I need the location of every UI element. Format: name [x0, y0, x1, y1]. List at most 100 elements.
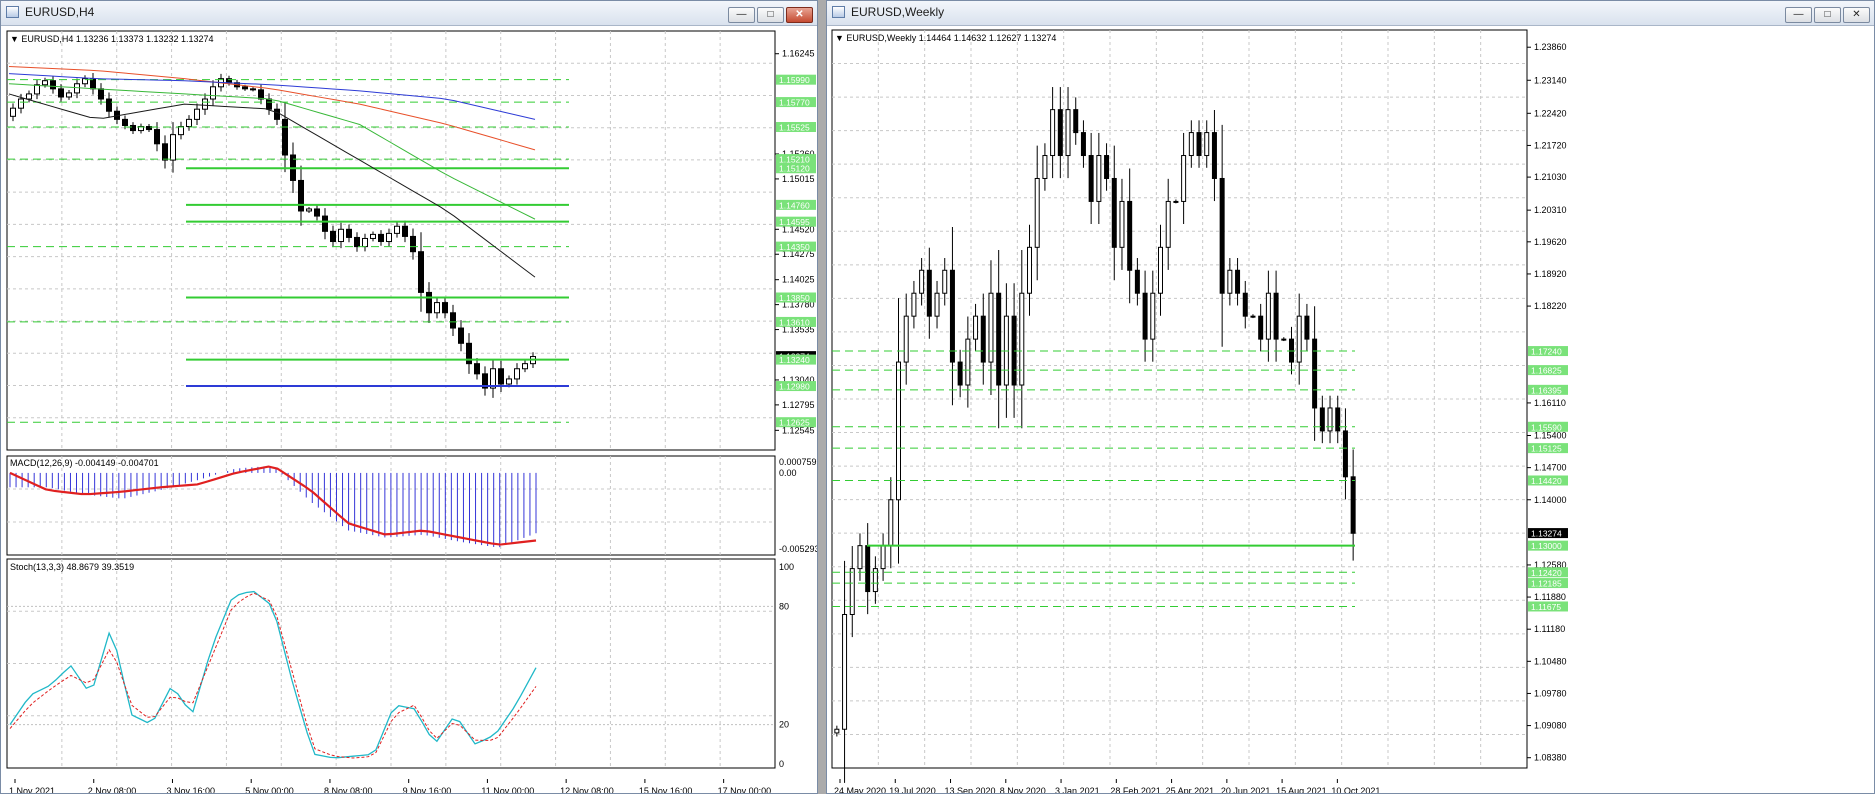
bear-candle — [442, 302, 448, 314]
bull-candle — [362, 237, 368, 248]
price-tick-label: 1.09780 — [1534, 688, 1567, 698]
bear-candle — [1342, 430, 1348, 478]
bear-candle — [1235, 269, 1241, 294]
bear-candle — [498, 368, 504, 385]
maximize-button[interactable]: □ — [1814, 7, 1841, 23]
time-tick-label: 10 Oct 2021 — [1331, 786, 1380, 794]
level-badge-label: 1.16395 — [1531, 385, 1562, 395]
bear-candle — [298, 179, 304, 212]
bull-candle — [965, 338, 971, 386]
bull-candle — [1227, 269, 1233, 294]
bear-candle — [1080, 132, 1086, 157]
level-badge-label: 1.11675 — [1531, 602, 1561, 612]
price-tick-label: 1.20310 — [1534, 205, 1567, 215]
bear-candle — [1319, 407, 1325, 432]
bull-candle — [1188, 132, 1194, 157]
bear-candle — [402, 225, 408, 237]
weekly-window-titlebar[interactable]: EURUSD,Weekly — □ ✕ — [827, 1, 1874, 26]
level-badge-label: 1.15590 — [1531, 422, 1562, 432]
time-tick-label: 8 Nov 2020 — [1000, 786, 1046, 794]
bull-candle — [1065, 109, 1071, 157]
bull-candle — [911, 292, 917, 317]
bull-candle — [903, 315, 909, 363]
bull-candle — [857, 545, 863, 570]
bull-candle — [10, 107, 16, 117]
level-badge-label: 1.15525 — [779, 123, 810, 133]
minimize-button[interactable]: — — [1785, 7, 1812, 23]
weekly-chart-window[interactable]: EURUSD,Weekly — □ ✕ ▼ EURUSD,Weekly 1.1446… — [826, 0, 1875, 794]
bull-candle — [942, 269, 948, 294]
bull-candle — [18, 98, 24, 109]
bear-candle — [1111, 177, 1117, 248]
bull-candle — [934, 292, 940, 317]
bull-candle — [919, 269, 925, 294]
minimize-button[interactable]: — — [728, 7, 755, 23]
time-tick-label: 3 Jan 2021 — [1055, 786, 1100, 794]
bull-candle — [973, 315, 979, 340]
bull-candle — [1265, 292, 1271, 340]
bull-candle — [26, 93, 32, 100]
level-badge-label: 1.14595 — [779, 217, 810, 227]
bull-candle — [42, 80, 48, 86]
bull-candle — [434, 302, 440, 314]
bull-candle — [1042, 155, 1048, 179]
bear-candle — [1073, 109, 1079, 134]
level-badge-label: 1.17240 — [1531, 347, 1562, 357]
bull-candle — [1096, 155, 1102, 202]
bear-candle — [98, 88, 104, 100]
bear-candle — [1242, 292, 1248, 317]
time-tick-label: 25 Apr 2021 — [1166, 786, 1215, 794]
price-tick-label: 1.23860 — [1534, 42, 1567, 52]
price-tick-label: 1.21030 — [1534, 172, 1567, 182]
time-tick-label: 3 Nov 16:00 — [166, 786, 215, 794]
bear-candle — [346, 228, 352, 238]
time-tick-label: 19 Jul 2020 — [889, 786, 936, 794]
time-tick-label: 12 Nov 08:00 — [560, 786, 614, 794]
level-badge-label: 1.13610 — [779, 317, 810, 327]
stoch-scale-label: 100 — [779, 562, 794, 572]
price-tick-label: 1.16245 — [782, 49, 815, 59]
bear-candle — [330, 230, 336, 243]
bull-candle — [1327, 407, 1333, 432]
bull-candle — [1250, 315, 1256, 318]
chart-window-icon — [6, 6, 19, 18]
price-tick-label: 1.09080 — [1534, 721, 1567, 731]
macd-header: MACD(12,26,9) -0.004149 -0.004701 — [10, 458, 159, 468]
level-badge-label: 1.12185 — [1531, 579, 1562, 589]
maximize-button[interactable]: □ — [757, 7, 784, 23]
bear-candle — [418, 251, 424, 293]
macd-scale-label: 0.000759 — [779, 457, 817, 467]
bear-candle — [957, 361, 963, 386]
bear-candle — [1258, 315, 1264, 340]
price-tick-label: 1.11880 — [1534, 592, 1566, 602]
bear-candle — [250, 88, 256, 91]
level-badge-label: 1.14760 — [779, 200, 810, 210]
bear-candle — [474, 363, 480, 375]
bull-candle — [842, 614, 848, 730]
close-button[interactable]: ✕ — [786, 7, 813, 23]
price-tick-label: 1.10480 — [1534, 656, 1567, 666]
h4-window-titlebar[interactable]: EURUSD,H4 — □ ✕ — [1, 1, 817, 26]
bear-candle — [1211, 132, 1217, 179]
h4-chart-window[interactable]: EURUSD,H4 — □ ✕ ▼ EURUSD,H4 1.13236 1.1337… — [0, 0, 818, 794]
bear-candle — [242, 86, 248, 90]
bull-candle — [202, 98, 208, 110]
bull-candle — [306, 208, 312, 212]
bull-candle — [1204, 132, 1210, 157]
time-tick-label: 13 Sep 2020 — [945, 786, 996, 794]
bull-candle — [888, 499, 894, 547]
price-tick-label: 1.11180 — [1534, 624, 1565, 634]
stoch-scale-label: 80 — [779, 601, 789, 611]
level-badge-label: 1.12980 — [779, 382, 810, 392]
bull-candle — [170, 134, 176, 161]
weekly-chart-canvas[interactable]: ▼ EURUSD,Weekly 1.14464 1.14632 1.12627 … — [827, 26, 1875, 794]
bear-candle — [130, 124, 136, 132]
price-tick-label: 1.14000 — [1534, 495, 1567, 505]
bear-candle — [1335, 407, 1341, 432]
bear-candle — [1088, 155, 1094, 202]
close-button[interactable]: ✕ — [1843, 7, 1870, 23]
h4-chart-canvas[interactable]: ▼ EURUSD,H4 1.13236 1.13373 1.13232 1.13… — [1, 26, 818, 794]
level-badge-label: 1.14350 — [779, 242, 810, 252]
bear-candle — [1312, 338, 1318, 409]
price-tick-label: 1.23140 — [1534, 75, 1567, 85]
